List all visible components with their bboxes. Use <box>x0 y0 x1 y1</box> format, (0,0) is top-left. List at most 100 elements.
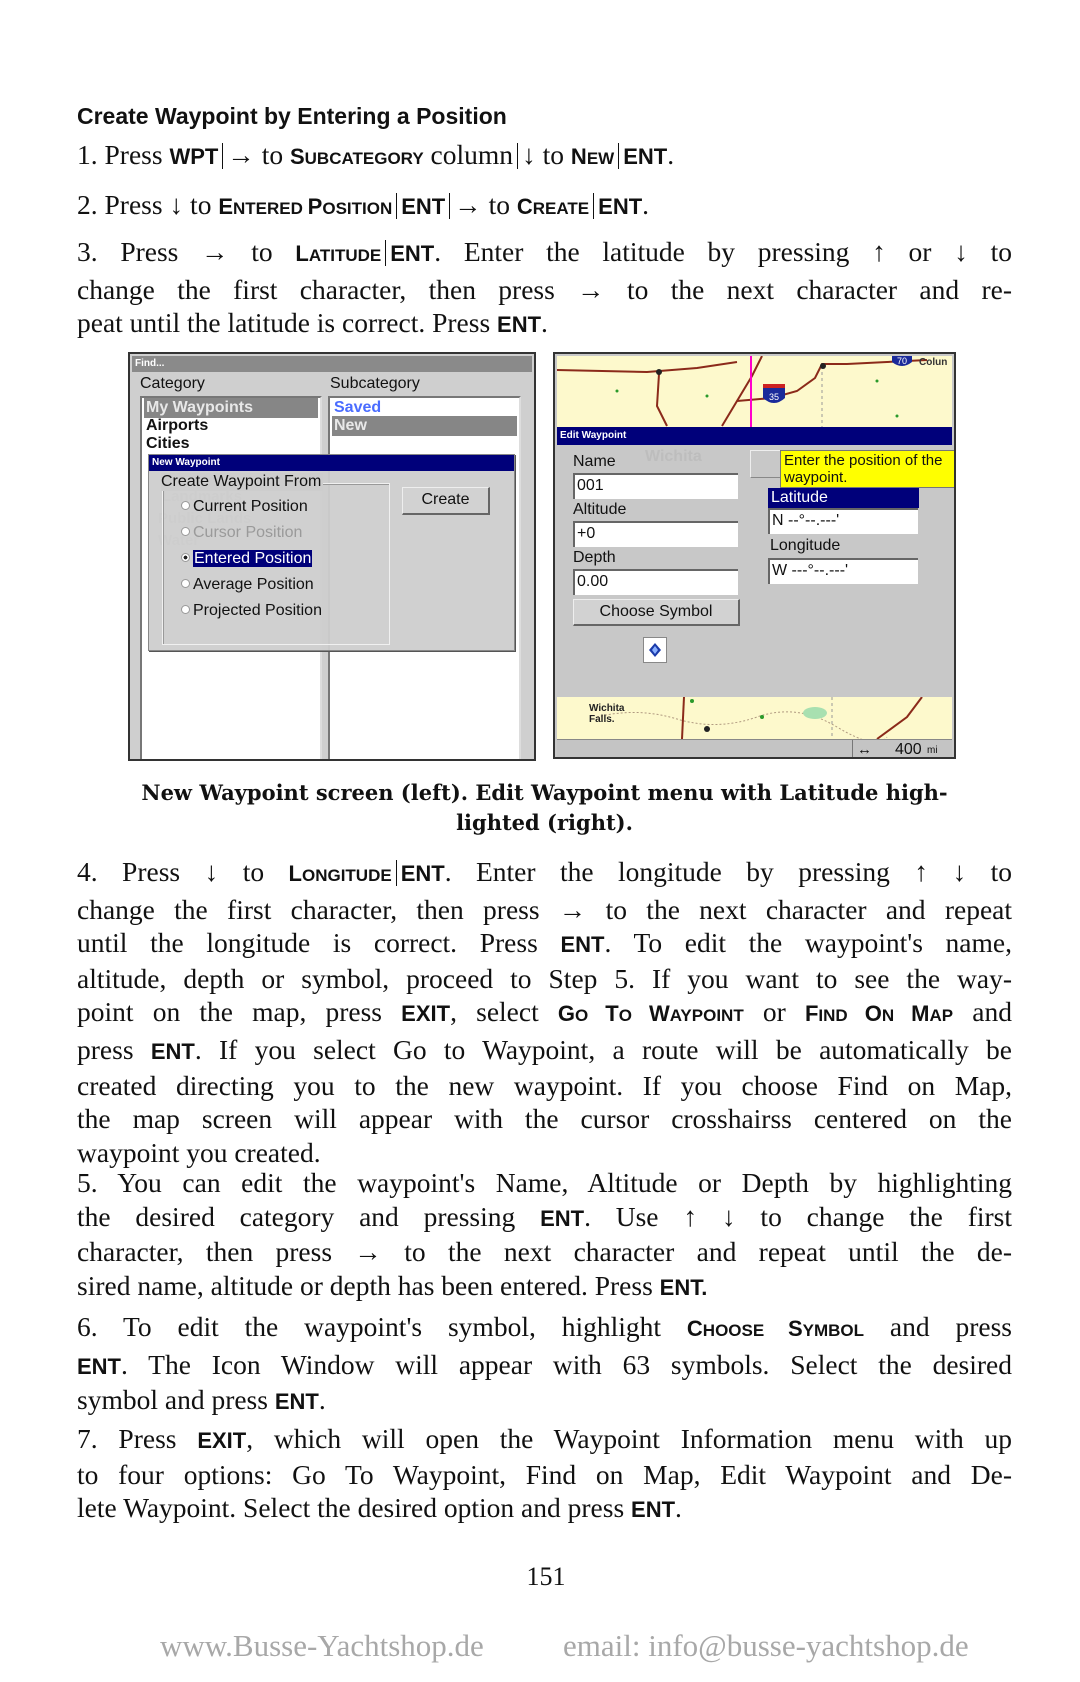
category-item[interactable]: Airports <box>144 416 318 436</box>
map-top-strip: 35 70 Colun <box>556 355 952 428</box>
menu-item-name: Longitude <box>288 861 392 886</box>
page-number: 151 <box>526 1562 566 1591</box>
step-7: 7. Press EXIT, which will open the Waypo… <box>77 1422 1012 1527</box>
key-name: ENT <box>274 1389 319 1415</box>
key-name: ENT. <box>659 1274 708 1300</box>
map-roads-bottom: Wichita Falls. <box>589 696 923 743</box>
step-3: 3. Press → to Latitude ENT. Enter the lat… <box>77 235 1012 342</box>
subcategory-item-new[interactable]: New <box>332 416 517 436</box>
subcategory-item-saved[interactable]: Saved <box>332 398 517 418</box>
separator <box>396 193 398 219</box>
text-line: 1. Press WPT → to Subcategory column ↓ to … <box>77 139 675 170</box>
text-line: 4. Press ↓ to Longitude ENT. Enter the lo… <box>77 856 1013 887</box>
separator <box>618 143 620 169</box>
key-name: ENT <box>400 861 445 886</box>
footer-email[interactable]: email: info@busse-yachtshop.de <box>563 1628 969 1664</box>
separator <box>222 143 224 169</box>
svg-text:70: 70 <box>897 356 907 366</box>
map-roads-top: 35 70 Colun <box>556 355 947 428</box>
subcategory-label: Subcategory <box>330 375 420 392</box>
text-line: 3. Press → to Latitude ENT. Enter the lat… <box>77 236 1013 267</box>
tooltip-anchor <box>750 450 782 478</box>
text-line: point on the map, press EXIT, select Go … <box>77 996 1012 1028</box>
group-label: Create Waypoint From <box>161 473 324 491</box>
key-name: ENT <box>401 194 446 219</box>
radio-button-icon <box>181 605 190 614</box>
separator <box>449 193 451 219</box>
step-6: 6. To edit the waypoint's symbol, highli… <box>77 1310 1012 1419</box>
key-name: ENT <box>631 1497 676 1523</box>
altitude-field[interactable]: +0 <box>573 521 738 547</box>
scale-value: 400 <box>895 741 922 758</box>
step-2: 2. Press ↓ to Entered Position ENT → to Cr… <box>77 188 1012 226</box>
radio-button-icon <box>181 527 190 536</box>
category-item[interactable]: My Waypoints <box>144 398 318 418</box>
radio-cursor-position: Cursor Position <box>181 524 302 542</box>
new-waypoint-screenshot: Find... Category Subcategory My Waypoint… <box>128 352 536 761</box>
text-line: 7. Press EXIT, which will open the Waypo… <box>77 1423 1012 1454</box>
latitude-label-highlighted[interactable]: Latitude <box>768 488 919 508</box>
waypoint-symbol-icon[interactable] <box>643 637 667 663</box>
edit-waypoint-screenshot: 35 70 Colun Edit Waypoint Wichita Name 0… <box>553 352 956 759</box>
svg-text:35: 35 <box>769 392 779 402</box>
new-waypoint-dialog: New Waypoint Create Waypoint From Curren… <box>148 454 515 651</box>
text-line: lete Waypoint. Select the desired option… <box>77 1492 682 1524</box>
depth-field[interactable]: 0.00 <box>573 569 738 595</box>
text-line: change the first character, then press →… <box>77 273 1012 305</box>
interstate-70-shield-icon: 70 <box>892 356 912 366</box>
interstate-35-shield-icon: 35 <box>763 384 785 403</box>
key-name: WPT <box>169 144 219 169</box>
text-line: ENT. The Icon Window will appear with 63… <box>77 1348 1012 1380</box>
category-label: Category <box>140 375 205 392</box>
radio-entered-position[interactable]: Entered Position <box>181 550 313 568</box>
text-line: created directing you to the new waypoin… <box>77 1069 1012 1101</box>
menu-item-name: Create <box>516 194 590 219</box>
separator <box>385 240 387 266</box>
key-name: ENT <box>497 312 542 338</box>
text-line: altitude, depth or symbol, proceed to St… <box>77 962 1012 994</box>
dialog-title: New Waypoint <box>149 455 514 471</box>
text-line: sired name, altitude or depth has been e… <box>77 1269 708 1301</box>
key-name: ENT <box>390 241 435 266</box>
name-label: Name <box>573 453 616 470</box>
radio-button-selected-icon <box>181 553 190 562</box>
text-line: change the first character, then press →… <box>77 893 1012 925</box>
map-bottom-strip: Wichita Falls. <box>557 696 952 743</box>
position-tooltip: Enter the position of the waypoint. <box>780 450 954 488</box>
key-name: ENT <box>598 194 643 219</box>
map-city-label: Colun <box>919 357 947 368</box>
map-status-bar: ↔ 400 mi <box>557 739 952 758</box>
text-line: symbol and press ENT. <box>77 1384 326 1416</box>
footer-website[interactable]: www.Busse-Yachtshop.de <box>160 1628 484 1664</box>
key-name: ENT <box>623 144 668 169</box>
radio-button-icon <box>181 579 190 588</box>
text-line: 6. To edit the waypoint's symbol, highli… <box>77 1311 1012 1342</box>
create-button[interactable]: Create <box>402 487 490 515</box>
longitude-field[interactable]: W ---°--.---' <box>768 558 918 584</box>
key-name: ENT <box>540 1205 585 1231</box>
step-1: 1. Press WPT → to Subcategory column ↓ to … <box>77 138 1012 176</box>
text-line: peat until the latitude is correct. Pres… <box>77 307 548 339</box>
radio-current-position[interactable]: Current Position <box>181 498 308 516</box>
separator <box>517 143 519 169</box>
section-heading: Create Waypoint by Entering a Position <box>77 103 507 129</box>
edit-waypoint-title: Edit Waypoint <box>557 427 952 445</box>
step-5: 5. You can edit the waypoint's Name, Alt… <box>77 1166 1012 1304</box>
text-line: waypoint you created. <box>77 1136 321 1168</box>
scale-arrow-icon: ↔ <box>857 741 872 758</box>
radio-average-position[interactable]: Average Position <box>181 576 314 594</box>
menu-item-name: Latitude <box>295 241 382 266</box>
altitude-label: Altitude <box>573 501 627 518</box>
text-line: the desired category and pressing ENT. U… <box>77 1200 1012 1232</box>
choose-symbol-button[interactable]: Choose Symbol <box>573 599 740 626</box>
key-name: ENT <box>560 932 605 958</box>
name-field[interactable]: 001 <box>573 473 738 499</box>
latitude-field[interactable]: N --°--.---' <box>768 508 918 534</box>
find-window-title: Find... <box>132 356 532 372</box>
radio-projected-position[interactable]: Projected Position <box>181 602 322 620</box>
step-4: 4. Press ↓ to Longitude ENT. Enter the lo… <box>77 855 1012 1169</box>
map-city-label: Falls. <box>589 714 615 725</box>
longitude-label: Longitude <box>770 537 841 554</box>
separator <box>395 860 397 886</box>
category-item[interactable]: Cities <box>144 434 318 454</box>
